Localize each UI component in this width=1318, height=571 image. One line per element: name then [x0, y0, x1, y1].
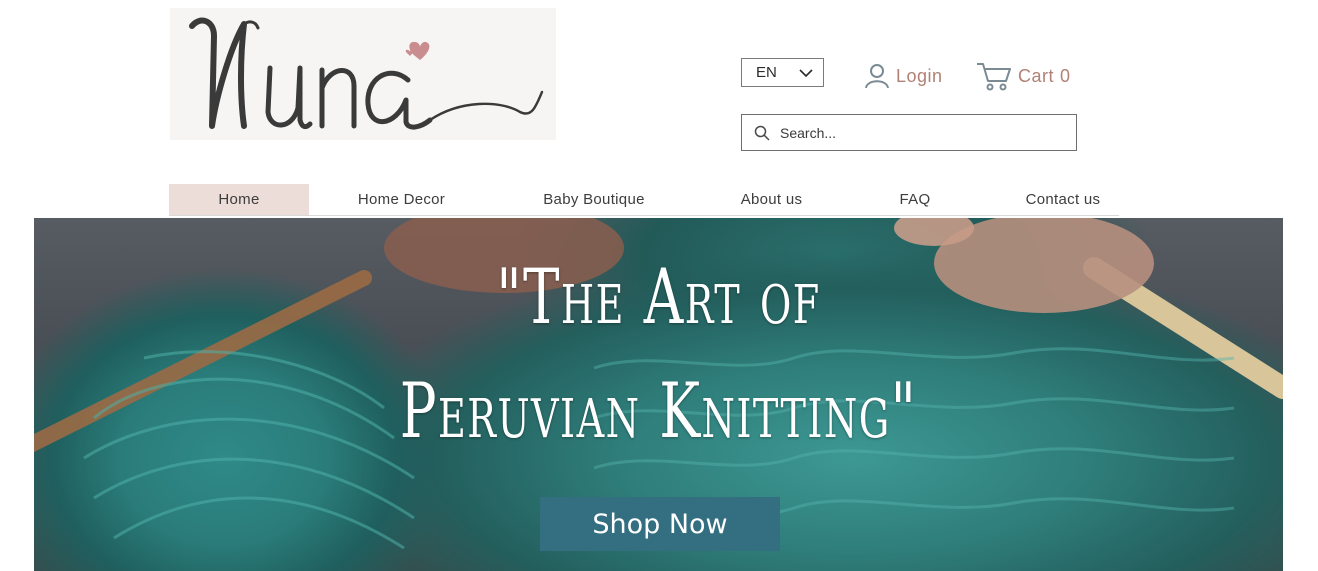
- nav-item-label: Home: [218, 191, 260, 208]
- nav-item-about-us[interactable]: About us: [709, 184, 834, 215]
- logo[interactable]: [170, 8, 556, 140]
- hero-banner: "The Art of Peruvian Knitting" Shop Now: [34, 218, 1283, 571]
- nav-item-label: FAQ: [899, 191, 931, 208]
- shop-now-button[interactable]: Shop Now: [540, 497, 780, 551]
- heart-icon: [405, 41, 430, 60]
- search-icon: [754, 125, 770, 141]
- nav-item-label: Baby Boutique: [543, 191, 645, 208]
- chevron-down-icon: [799, 68, 813, 77]
- nav-item-faq[interactable]: FAQ: [869, 184, 961, 215]
- hero-title-line-1: "The Art of: [496, 252, 821, 341]
- nav-item-home[interactable]: Home: [169, 184, 309, 215]
- nav-item-label: Contact us: [1025, 191, 1101, 208]
- nav-item-contact-us[interactable]: Contact us: [999, 184, 1127, 215]
- main-nav: Home Home Decor Baby Boutique About us F…: [169, 184, 1119, 216]
- cart-button[interactable]: Cart 0: [976, 60, 1071, 92]
- cart-label: Cart: [1018, 65, 1055, 86]
- cart-icon: [977, 63, 1011, 91]
- nav-item-label: Home Decor: [357, 191, 446, 208]
- language-selector[interactable]: EN: [741, 58, 824, 87]
- user-icon: [865, 64, 889, 89]
- search-input[interactable]: [780, 124, 1060, 141]
- search-box[interactable]: [741, 114, 1077, 151]
- logo-wordmark: [189, 17, 544, 130]
- hero-title-line-2: Peruvian Knitting": [399, 366, 918, 455]
- nav-item-baby-boutique[interactable]: Baby Boutique: [519, 184, 669, 215]
- language-label: EN: [756, 64, 777, 81]
- nav-item-label: About us: [740, 191, 803, 208]
- login-label: Login: [896, 65, 943, 86]
- nav-item-home-decor[interactable]: Home Decor: [329, 184, 474, 215]
- login-button[interactable]: Login: [864, 62, 943, 90]
- cart-count: 0: [1060, 65, 1071, 86]
